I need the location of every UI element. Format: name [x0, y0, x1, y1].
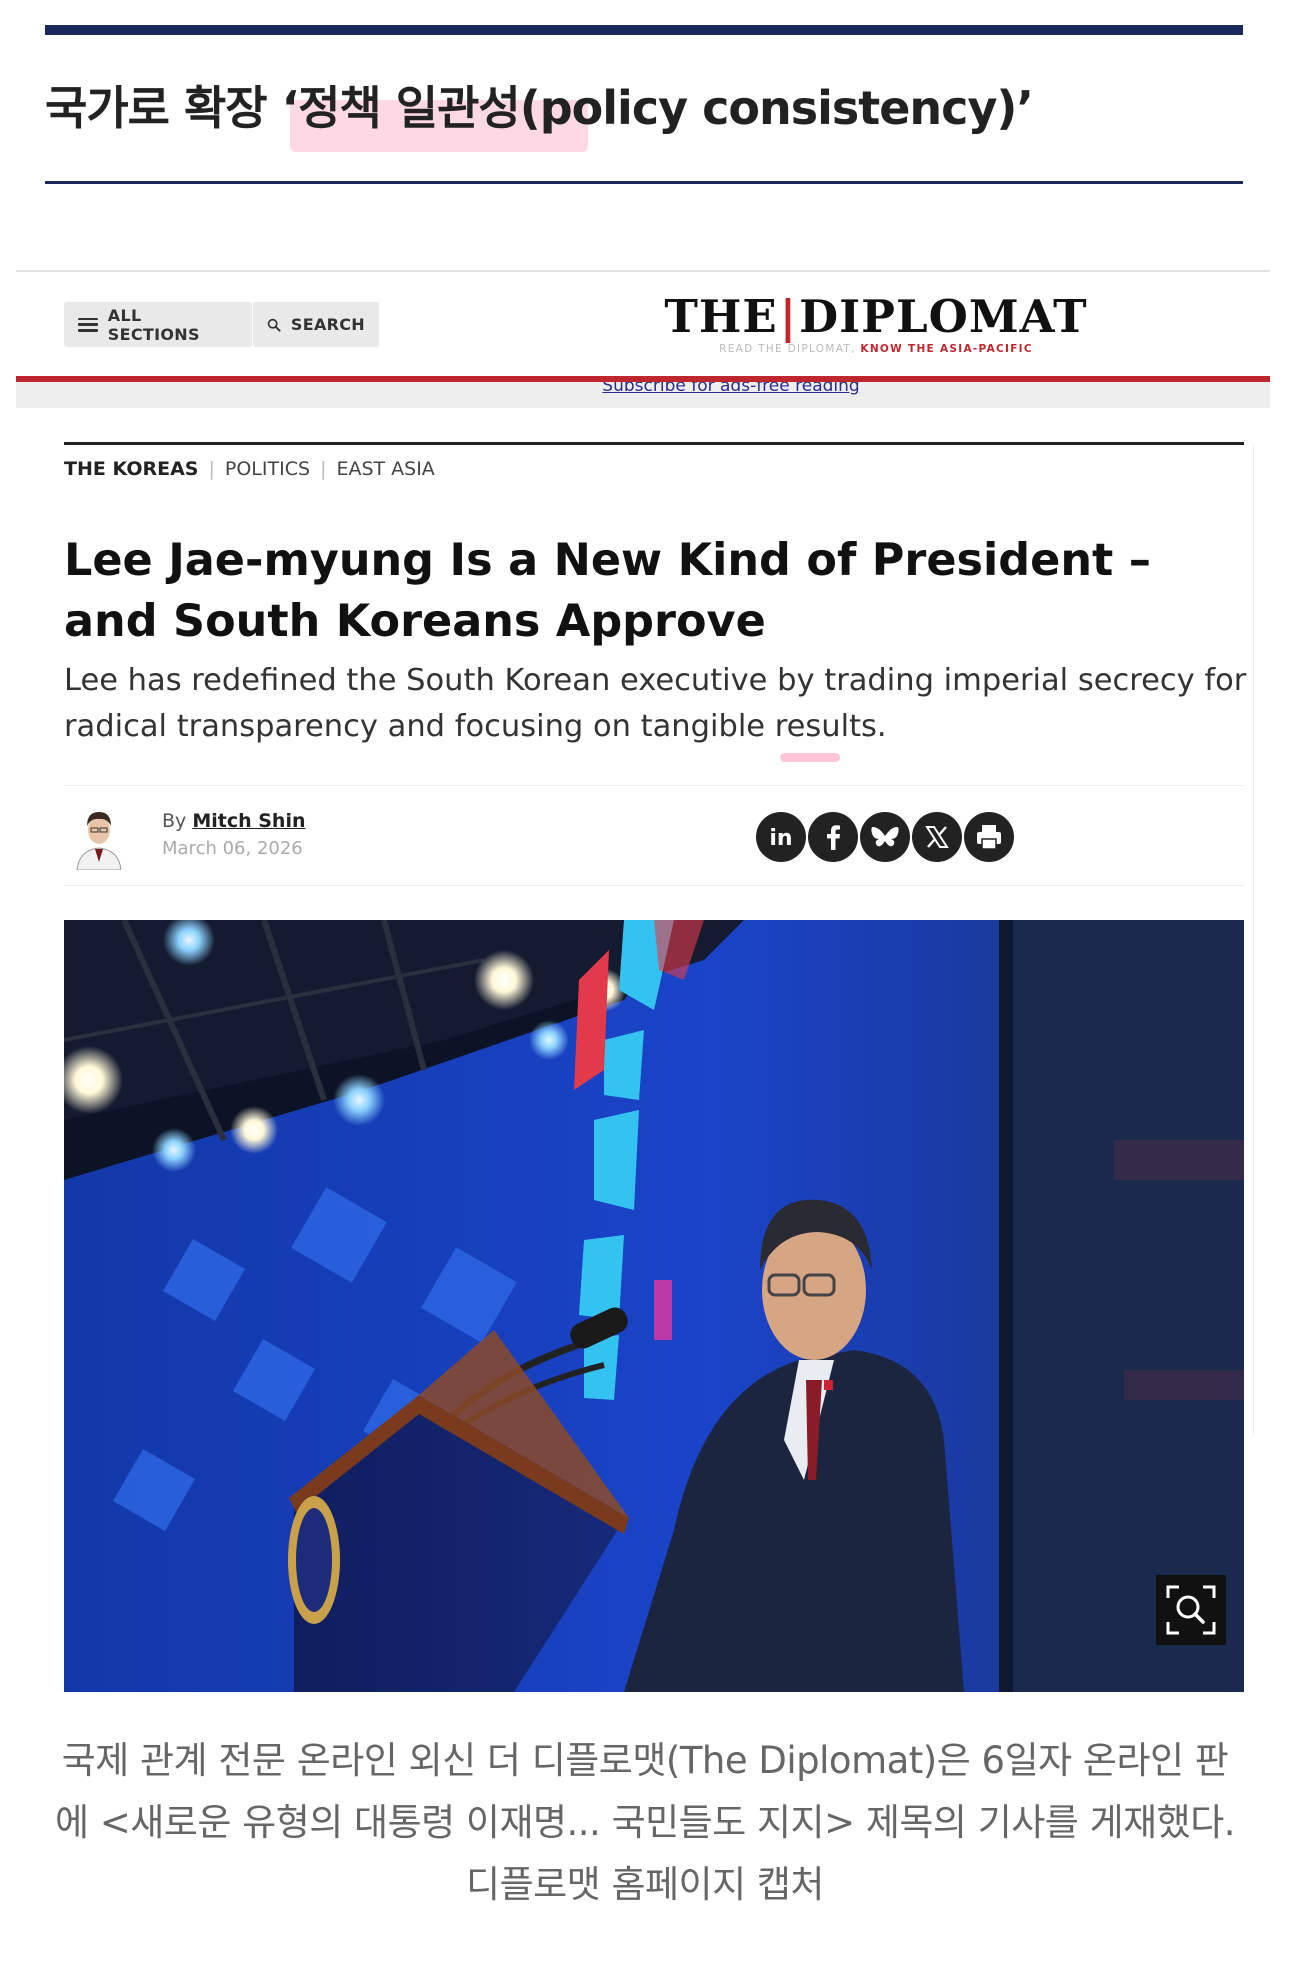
screenshot-top-border [16, 270, 1270, 272]
zoom-image-button[interactable] [1156, 1575, 1226, 1645]
author-link[interactable]: Mitch Shin [192, 810, 305, 832]
breadcrumb-separator: | [320, 458, 327, 480]
subscribe-band: Subscribe for ads-free reading [16, 382, 1270, 408]
section-title-prefix: 국가로 확장 [45, 81, 282, 135]
share-x-button[interactable] [912, 812, 962, 862]
image-caption: 국제 관계 전문 온라인 외신 더 디플로맷(The Diplomat)은 6일… [54, 1739, 1236, 1906]
search-label: SEARCH [290, 315, 365, 334]
breadcrumb: THE KOREAS | POLITICS | EAST ASIA [64, 458, 435, 480]
byline: By Mitch Shin [162, 810, 305, 832]
section-top-rule [45, 25, 1243, 35]
bluesky-icon [871, 827, 899, 847]
article-dek: Lee has redefined the South Korean execu… [64, 663, 1247, 744]
section-title-highlight: ‘정책 일관성 [281, 81, 521, 135]
tagline-emphasis: KNOW THE ASIA-PACIFIC [860, 343, 1033, 355]
category-the-koreas[interactable]: THE KOREAS [64, 458, 198, 480]
article-top-rule [64, 442, 1244, 445]
share-bluesky-button[interactable] [860, 812, 910, 862]
facebook-icon [827, 825, 840, 850]
article-hero-photo[interactable] [64, 920, 1244, 1692]
magnify-icon [1166, 1585, 1216, 1635]
all-sections-label: ALL SECTIONS [107, 305, 200, 344]
site-logo[interactable]: THE|DIPLOMAT READ THE DIPLOMAT, KNOW THE… [636, 294, 1116, 355]
publish-date: March 06, 2026 [162, 838, 303, 859]
byline-prefix: By [162, 810, 193, 832]
logo-diplomat: DIPLOMAT [799, 290, 1088, 343]
all-sections-button[interactable]: ALL SECTIONS [64, 302, 252, 347]
print-icon [977, 825, 1001, 850]
article-headline: Lee Jae-myung Is a New Kind of President… [64, 535, 1152, 647]
hamburger-icon [78, 317, 98, 332]
logo-the: THE [664, 290, 778, 343]
share-facebook-button[interactable] [808, 812, 858, 862]
section-bottom-rule [45, 181, 1243, 184]
byline-divider [64, 785, 1244, 786]
site-tagline: READ THE DIPLOMAT, KNOW THE ASIA-PACIFIC [636, 343, 1116, 355]
breadcrumb-separator: | [208, 458, 215, 480]
category-east-asia[interactable]: EAST ASIA [336, 458, 434, 480]
logo-divider: | [779, 290, 798, 343]
category-politics[interactable]: POLITICS [225, 458, 310, 480]
dek-highlight-marker [780, 753, 840, 762]
subscribe-link[interactable]: Subscribe for ads-free reading [561, 382, 901, 396]
x-icon [925, 826, 949, 848]
section-title-suffix: (policy consistency)’ [519, 81, 1034, 135]
byline-divider [64, 885, 1244, 886]
linkedin-icon-label: in [769, 826, 792, 851]
section-title: 국가로 확장 ‘정책 일관성(policy consistency)’ [45, 72, 1034, 138]
share-linkedin-button[interactable]: in [756, 812, 806, 862]
search-button[interactable]: SEARCH [253, 302, 379, 347]
tagline-prefix: READ THE DIPLOMAT, [719, 343, 861, 355]
linkedin-icon: in [769, 826, 792, 851]
search-icon [267, 318, 281, 332]
share-print-button[interactable] [964, 812, 1014, 862]
author-avatar[interactable] [71, 800, 127, 870]
diplomat-screenshot: ALL SECTIONS SEARCH THE|DIPLOMAT READ TH… [16, 270, 1270, 1698]
